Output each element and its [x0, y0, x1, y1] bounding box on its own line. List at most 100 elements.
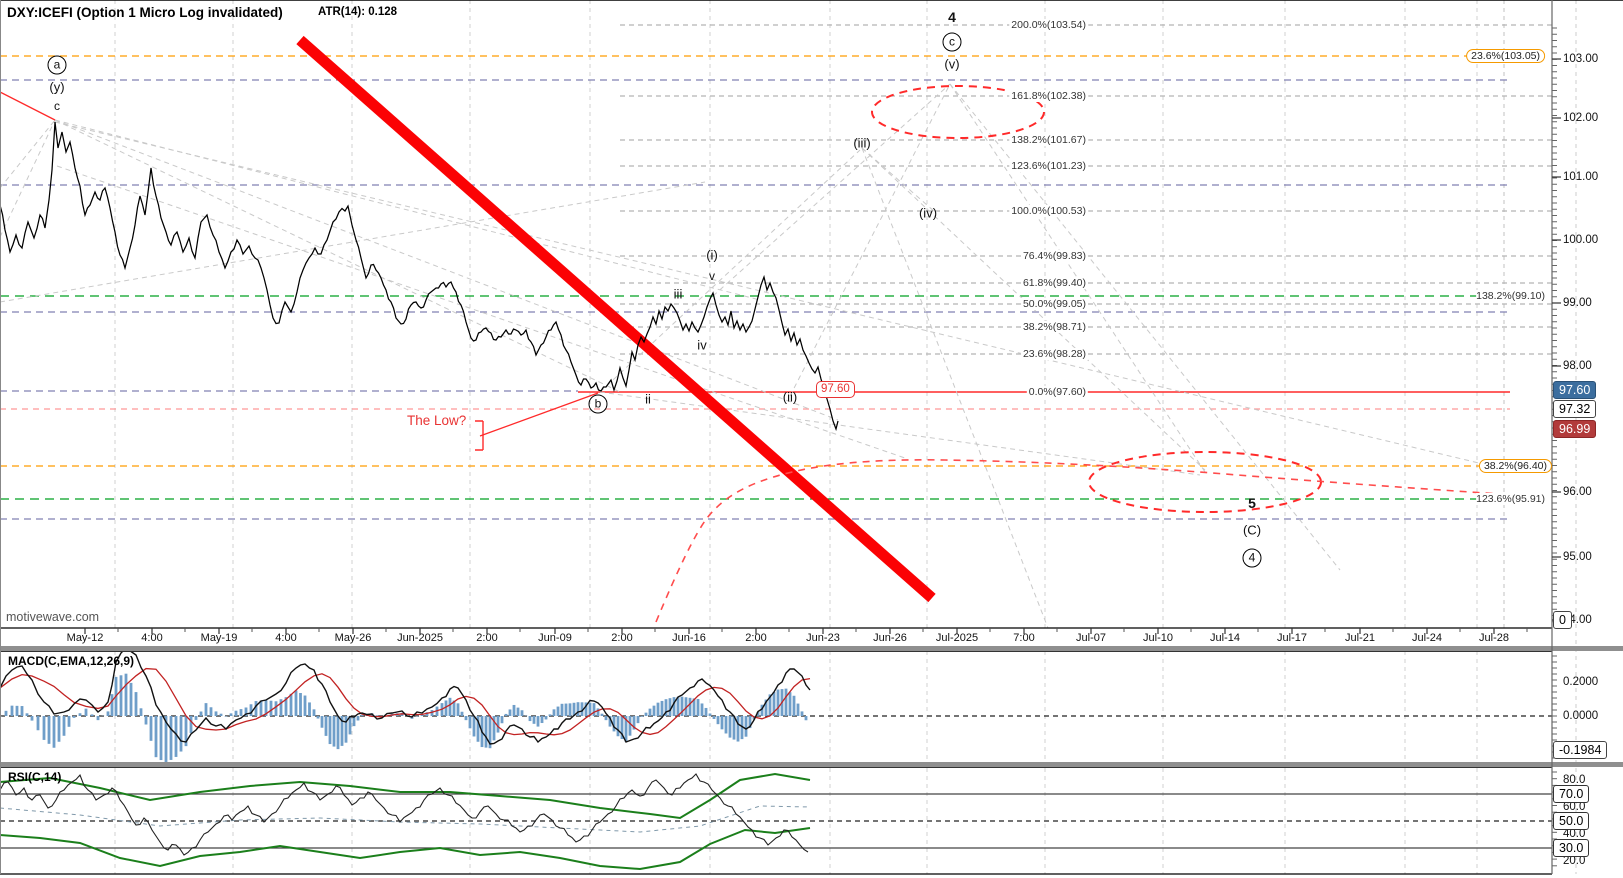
- macd-histogram-bar: [357, 716, 360, 720]
- macd-histogram-bar: [593, 703, 596, 716]
- macd-histogram-bar: [58, 716, 61, 742]
- panel-separator: [0, 762, 1623, 767]
- macd-histogram-bar: [200, 712, 203, 716]
- macd-histogram-bar: [561, 704, 564, 716]
- macd-histogram-bar: [545, 716, 548, 719]
- macd-histogram-bar: [220, 714, 223, 716]
- projection-line: [950, 84, 1205, 472]
- macd-histogram-bar: [190, 716, 193, 733]
- macd-histogram-bar: [577, 702, 580, 716]
- macd-histogram-bar: [529, 716, 532, 721]
- macd-histogram-bar: [53, 716, 56, 748]
- macd-histogram-bar: [689, 698, 692, 716]
- macd-histogram-bar: [797, 704, 800, 716]
- macd-histogram-bar: [649, 709, 652, 716]
- macd-histogram-bar: [617, 716, 620, 736]
- macd-histogram-bar: [661, 701, 664, 716]
- macd-histogram-bar: [225, 716, 228, 717]
- target-ellipse: [1089, 452, 1321, 512]
- macd-histogram-bar: [653, 706, 656, 716]
- macd-histogram-bar: [195, 716, 198, 720]
- macd-histogram-bar: [553, 709, 556, 716]
- macd-histogram-bar: [637, 716, 640, 723]
- macd-histogram-bar: [777, 690, 780, 716]
- rsi-mid-line: [0, 806, 810, 832]
- motivewave-chart-window: { "header": { "title": "DXY:ICEFI (Optio…: [0, 0, 1623, 878]
- macd-histogram-bar: [48, 716, 51, 744]
- macd-histogram-bar: [5, 711, 8, 716]
- macd-histogram-bar: [457, 703, 460, 716]
- macd-histogram-bar: [669, 698, 672, 716]
- macd-histogram-bar: [725, 716, 728, 733]
- macd-histogram-bar: [155, 716, 158, 757]
- macd-histogram-bar: [333, 716, 336, 747]
- red-annotation-line: [0, 92, 55, 120]
- macd-histogram-bar: [469, 716, 472, 728]
- macd-histogram-bar: [235, 711, 238, 716]
- macd-histogram-bar: [111, 694, 114, 716]
- macd-histogram-bar: [557, 707, 560, 716]
- projection-curve: [656, 460, 1545, 622]
- macd-histogram-bar: [16, 706, 19, 716]
- macd-histogram-bar: [26, 713, 29, 716]
- macd-histogram-bar: [473, 716, 476, 736]
- macd-histogram-bar: [513, 705, 516, 716]
- macd-histogram-bar: [737, 716, 740, 742]
- macd-histogram-bar: [793, 696, 796, 716]
- macd-histogram-bar: [135, 692, 138, 716]
- macd-histogram-bar: [215, 711, 218, 716]
- macd-histogram-bar: [275, 701, 278, 716]
- macd-histogram-bar: [290, 694, 293, 716]
- macd-histogram-bar: [709, 713, 712, 716]
- price-line: [0, 122, 838, 429]
- macd-histogram-bar: [501, 716, 504, 723]
- macd-histogram-bar: [170, 716, 173, 760]
- macd-histogram-bar: [180, 716, 183, 752]
- macd-histogram-bar: [361, 715, 364, 716]
- macd-histogram-bar: [317, 716, 320, 719]
- macd-histogram-bar: [337, 716, 340, 749]
- macd-histogram-bar: [240, 709, 243, 716]
- macd-histogram-bar: [721, 716, 724, 729]
- macd-histogram-bar: [521, 710, 524, 716]
- macd-histogram-bar: [250, 704, 253, 716]
- macd-histogram-bar: [160, 716, 163, 760]
- macd-histogram-bar: [140, 708, 143, 716]
- macd-histogram-bar: [125, 674, 128, 716]
- macd-histogram-bar: [313, 709, 316, 716]
- projection-line: [713, 84, 950, 296]
- macd-histogram-bar: [745, 716, 748, 737]
- macd-histogram-bar: [376, 715, 379, 716]
- macd-histogram-bar: [230, 713, 233, 716]
- rsi-upper-band: [0, 774, 810, 818]
- macd-histogram-bar: [43, 716, 46, 740]
- macd-histogram-bar: [789, 692, 792, 716]
- macd-histogram-bar: [605, 716, 608, 720]
- macd-histogram-bar: [677, 697, 680, 716]
- macd-histogram-bar: [97, 716, 100, 720]
- macd-histogram-bar: [629, 716, 632, 736]
- macd-histogram-bar: [785, 689, 788, 716]
- macd-histogram-bar: [210, 707, 213, 716]
- macd-histogram-bar: [705, 708, 708, 716]
- projection-line: [862, 148, 935, 212]
- macd-histogram-bar: [150, 716, 153, 741]
- chart-plot-area[interactable]: [0, 0, 1623, 878]
- macd-histogram-bar: [537, 716, 540, 727]
- macd-histogram-bar: [465, 716, 468, 720]
- macd-histogram-bar: [31, 716, 34, 721]
- macd-histogram-bar: [63, 716, 66, 736]
- macd-histogram-bar: [517, 708, 520, 716]
- macd-histogram-bar: [130, 683, 133, 716]
- macd-histogram-bar: [673, 697, 676, 716]
- macd-histogram-bar: [107, 711, 110, 716]
- macd-histogram-bar: [329, 716, 332, 744]
- macd-histogram-bar: [91, 714, 94, 716]
- macd-histogram-bar: [569, 703, 572, 716]
- macd-histogram-bar: [713, 716, 716, 719]
- macd-histogram-bar: [73, 716, 76, 718]
- macd-histogram-bar: [641, 716, 644, 717]
- macd-histogram-bar: [304, 696, 307, 716]
- macd-histogram-bar: [37, 716, 40, 730]
- projection-line: [600, 150, 860, 392]
